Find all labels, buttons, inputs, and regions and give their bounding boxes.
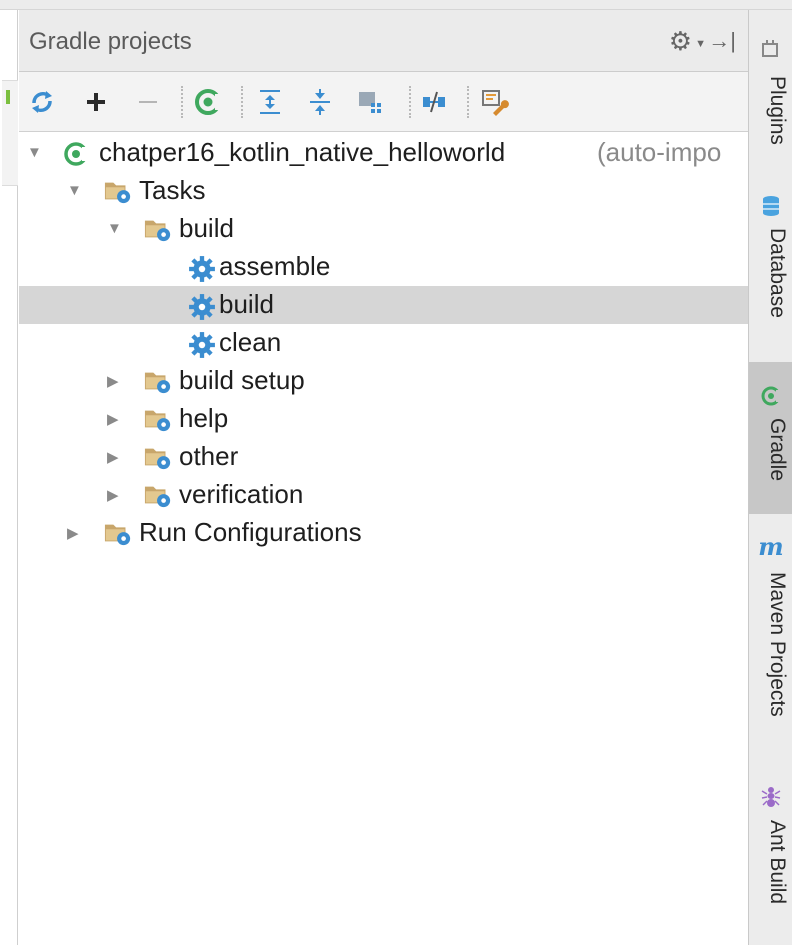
tree-row-task-build[interactable]: build xyxy=(19,286,748,324)
tool-tab-maven-projects[interactable]: m Maven Projects xyxy=(749,528,792,758)
collapsed-arrow-icon[interactable]: ▶ xyxy=(107,410,119,428)
group-label-other: other xyxy=(179,441,239,471)
tool-tab-label: Ant Build xyxy=(766,820,789,905)
task-label: build xyxy=(219,289,274,319)
group-label-build: build xyxy=(179,213,234,243)
tool-tab-plugins[interactable]: Plugins xyxy=(749,28,792,178)
collapsed-arrow-icon[interactable]: ▶ xyxy=(67,524,79,542)
toolbar-separator xyxy=(181,86,183,118)
task-folder-icon xyxy=(144,220,171,242)
tree-row-run-configurations[interactable]: ▶ Run Configurations xyxy=(19,514,748,552)
tool-tab-label: Gradle xyxy=(766,418,789,482)
panel-settings-dropdown-icon[interactable]: ▼ xyxy=(695,38,706,50)
editor-change-marker xyxy=(6,90,10,104)
settings-wrench-icon[interactable] xyxy=(477,85,511,119)
tool-tab-ant-build[interactable]: Ant Build xyxy=(749,778,792,938)
tree-row-task-clean[interactable]: clean xyxy=(19,324,748,362)
tool-tab-database[interactable]: Database xyxy=(749,190,792,350)
panel-title-bar: Gradle projects ⚙ ▼ →| xyxy=(19,10,748,72)
right-tool-window-bar: Plugins Database Gradle m Maven Projects… xyxy=(748,10,792,945)
editor-gutter-highlight xyxy=(2,80,18,186)
tool-tab-gradle[interactable]: Gradle xyxy=(749,362,792,514)
task-folder-icon xyxy=(104,182,131,204)
collapsed-arrow-icon[interactable]: ▶ xyxy=(107,448,119,466)
tool-tab-label: Maven Projects xyxy=(766,572,789,717)
expanded-arrow-icon[interactable]: ▼ xyxy=(107,220,122,237)
expanded-arrow-icon[interactable]: ▼ xyxy=(27,144,42,161)
database-icon xyxy=(759,194,783,218)
collapse-all-icon[interactable] xyxy=(303,85,337,119)
task-folder-icon xyxy=(144,372,171,394)
minus-icon[interactable] xyxy=(131,85,165,119)
editor-gutter-edge xyxy=(0,10,18,945)
tool-tab-label: Plugins xyxy=(766,76,789,145)
tree-row-build-group[interactable]: ▼ build xyxy=(19,210,748,248)
tree-row-build-setup-group[interactable]: ▶ build setup xyxy=(19,362,748,400)
tree-row-help-group[interactable]: ▶ help xyxy=(19,400,748,438)
task-label: assemble xyxy=(219,251,331,281)
group-label-help: help xyxy=(179,403,229,433)
toolbar-separator xyxy=(409,86,411,118)
gear-icon xyxy=(189,256,215,282)
gradle-run-icon[interactable] xyxy=(191,85,225,119)
panel-title: Gradle projects xyxy=(29,28,192,55)
sync-icon[interactable] xyxy=(25,85,59,119)
task-label: clean xyxy=(219,327,282,357)
hide-panel-icon[interactable]: →| xyxy=(708,28,736,54)
expanded-arrow-icon[interactable]: ▼ xyxy=(67,182,82,199)
tree-row-other-group[interactable]: ▶ other xyxy=(19,438,748,476)
group-modules-icon[interactable] xyxy=(353,85,387,119)
gradle-projects-panel: Gradle projects ⚙ ▼ →| ▼ chatper16_kotli… xyxy=(19,10,748,945)
plus-icon[interactable] xyxy=(79,85,113,119)
task-folder-icon xyxy=(144,448,171,470)
run-configurations-label: Run Configurations xyxy=(139,517,362,547)
expand-all-icon[interactable] xyxy=(253,85,287,119)
plugins-icon xyxy=(759,36,783,60)
run-config-folder-icon xyxy=(104,524,131,546)
tree-row-verification-group[interactable]: ▶ verification xyxy=(19,476,748,514)
gear-icon xyxy=(189,294,215,320)
panel-settings-gear-icon[interactable]: ⚙ xyxy=(669,26,692,57)
offline-icon[interactable] xyxy=(417,85,451,119)
gear-icon xyxy=(189,332,215,358)
tree-row-tasks[interactable]: ▼ Tasks xyxy=(19,172,748,210)
collapsed-arrow-icon[interactable]: ▶ xyxy=(107,486,119,504)
group-label-build-setup: build setup xyxy=(179,365,305,395)
project-hint: (auto-impo xyxy=(597,137,722,167)
gradle-project-icon xyxy=(64,142,88,166)
maven-icon: m xyxy=(758,531,784,561)
task-folder-icon xyxy=(144,486,171,508)
toolbar-separator xyxy=(241,86,243,118)
task-folder-icon xyxy=(144,410,171,432)
toolbar-separator xyxy=(467,86,469,118)
tool-tab-label: Database xyxy=(766,228,789,318)
gradle-icon xyxy=(759,384,783,408)
ant-icon xyxy=(759,784,783,808)
collapsed-arrow-icon[interactable]: ▶ xyxy=(107,372,119,390)
window-top-strip xyxy=(0,0,792,10)
group-label-verification: verification xyxy=(179,479,304,509)
tasks-label: Tasks xyxy=(139,175,206,205)
project-name: chatper16_kotlin_native_helloworld xyxy=(99,137,506,167)
tree-row-task-assemble[interactable]: assemble xyxy=(19,248,748,286)
tree-row-project[interactable]: ▼ chatper16_kotlin_native_helloworld (au… xyxy=(19,134,748,172)
panel-toolbar xyxy=(19,72,748,132)
